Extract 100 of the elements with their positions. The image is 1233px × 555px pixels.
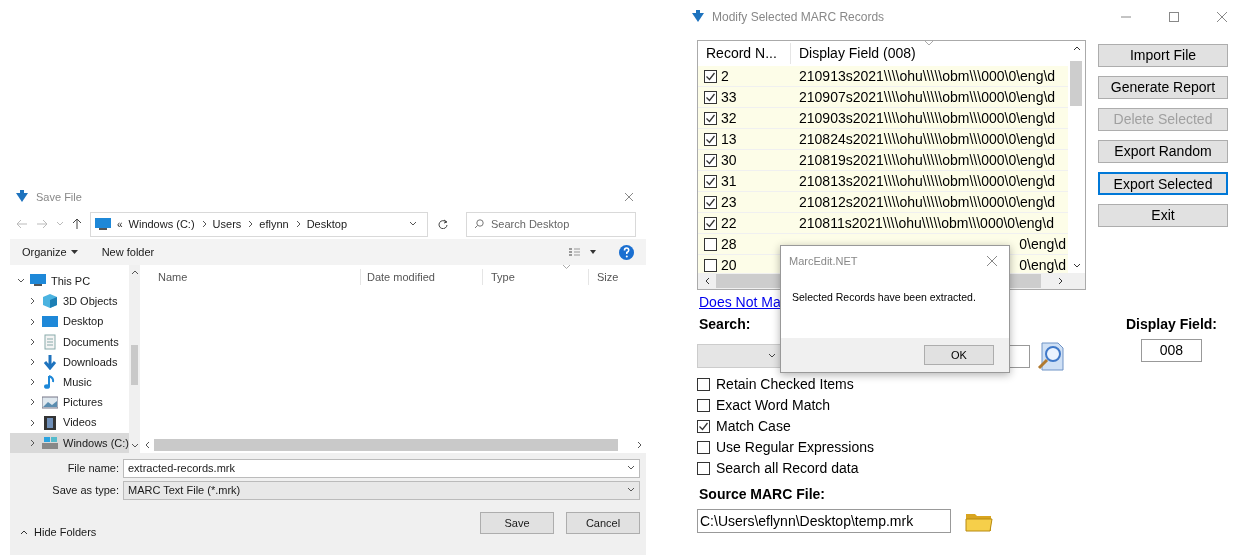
checked-checkbox[interactable] (704, 69, 717, 83)
action-button[interactable]: Import File (1098, 44, 1228, 67)
column-header[interactable]: Type (482, 268, 588, 286)
field-label: Save as type: (51, 482, 120, 498)
ok-button[interactable]: OK (924, 345, 994, 365)
link[interactable]: Does Not Ma (699, 294, 781, 310)
checkbox[interactable] (697, 378, 710, 391)
action-button[interactable]: Exit (1098, 204, 1228, 227)
record-number: 31 (721, 171, 737, 191)
close-icon (624, 192, 634, 202)
nav-item[interactable]: Windows (C:) (10, 432, 129, 453)
checked-checkbox[interactable] (704, 174, 717, 188)
breadcrumb-item[interactable]: eflynn (259, 215, 289, 233)
chevron-down-icon (768, 353, 776, 359)
drive-icon (42, 434, 58, 451)
dropdown-caret-icon (56, 220, 64, 228)
action-button[interactable]: Export Selected (1098, 172, 1228, 195)
column-header[interactable]: Date modified (360, 268, 482, 286)
checked-checkbox[interactable] (704, 132, 717, 146)
up-arrow-icon (72, 218, 82, 230)
source-file-field[interactable]: C:\Users\eflynn\Desktop\temp.mrk (697, 509, 951, 533)
close-icon (1217, 12, 1227, 22)
nav-item[interactable]: Downloads (10, 351, 129, 373)
table-cell-text: 210903s2021\\\\ohu\\\\\obm\\\000\0\eng\d (799, 108, 1056, 128)
scrollbar-thumb[interactable] (131, 345, 138, 385)
checked-checkbox[interactable] (704, 153, 717, 167)
scrollbar-thumb[interactable] (1070, 61, 1082, 106)
table-cell-text: 210824s2021\\\\ohu\\\\\obm\\\000\0\eng\d (799, 129, 1056, 149)
organize-menu[interactable]: Organize (22, 243, 67, 261)
scroll-up-icon (1072, 45, 1081, 51)
column-header[interactable]: Display Field (008) (791, 43, 916, 64)
nav-item[interactable]: Videos (10, 412, 129, 433)
record-number: 2 (721, 66, 729, 86)
field-label: File name: (66, 460, 120, 476)
film-icon (42, 414, 58, 431)
checked-checkbox[interactable] (704, 90, 717, 104)
checkbox[interactable] (704, 258, 717, 272)
breadcrumb-item[interactable]: Users (212, 215, 242, 233)
checkbox-label[interactable]: Exact Word Match (716, 395, 831, 416)
chevron-right-icon (29, 317, 37, 326)
search-field[interactable]: Search Desktop (466, 211, 636, 237)
checked-checkbox[interactable] (697, 420, 710, 433)
display-field-input[interactable]: 008 (1141, 339, 1202, 362)
checked-checkbox[interactable] (704, 111, 717, 125)
record-number: 33 (721, 87, 737, 107)
action-button[interactable]: Generate Report (1098, 76, 1228, 99)
action-button[interactable]: Export Random (1098, 140, 1228, 163)
nav-item[interactable]: Pictures (10, 392, 129, 413)
address-bar[interactable]: « Windows (C:) Users eflynn Desktop (90, 211, 428, 237)
window-title: Save File (36, 189, 82, 205)
dialog-button[interactable]: Save (480, 512, 554, 534)
forward-arrow-icon (36, 219, 48, 229)
nav-item[interactable]: Music (10, 372, 129, 393)
chevron-down-icon (409, 220, 417, 228)
checkbox-label[interactable]: Use Regular Expressions (716, 437, 874, 458)
search-icon (474, 219, 484, 229)
nav-item[interactable]: Desktop (10, 311, 129, 332)
hide-folders-toggle[interactable]: Hide Folders (34, 523, 97, 540)
table-cell-text: 210913s2021\\\\ohu\\\\\obm\\\000\0\eng\d (799, 66, 1056, 86)
column-header[interactable]: Size (588, 268, 646, 286)
source-label: Source MARC File: (698, 485, 826, 504)
checkbox[interactable] (704, 237, 717, 251)
chevron-right-icon (29, 297, 37, 306)
window-title: Modify Selected MARC Records (712, 9, 885, 26)
checkbox[interactable] (697, 441, 710, 454)
caret-down-icon (70, 250, 78, 254)
checked-checkbox[interactable] (704, 195, 717, 209)
dialog-button[interactable]: Cancel (566, 512, 640, 534)
checkbox-label[interactable]: Retain Checked Items (716, 374, 854, 395)
nav-item[interactable]: 3D Objects (10, 291, 129, 312)
scroll-left-icon (144, 441, 150, 449)
nav-item[interactable]: This PC (10, 271, 129, 292)
record-number: 20 (721, 255, 737, 273)
chevron-right-icon (29, 378, 37, 387)
column-header[interactable]: Record N... (698, 43, 791, 64)
record-number: 23 (721, 192, 737, 212)
scroll-down-icon (130, 443, 139, 449)
checkbox-label[interactable]: Match Case (716, 416, 791, 437)
chevron-right-icon (29, 337, 37, 346)
table-cell-text: 210811s2021\\\\ohu\\\\\obm\\\000\0\eng\d (799, 213, 1055, 233)
file-name-field[interactable]: extracted-records.mrk (123, 458, 640, 478)
checkbox-label[interactable]: Search all Record data (716, 458, 859, 479)
search-icon (1036, 341, 1066, 371)
chevron-down-icon (627, 486, 635, 494)
table-cell-text: 210812s2021\\\\ohu\\\\\obm\\\000\0\eng\d (799, 192, 1056, 212)
chevron-right-icon (29, 418, 37, 427)
back-arrow-icon (16, 219, 28, 229)
download-arrow-icon (42, 354, 58, 370)
breadcrumb-item[interactable]: Desktop (306, 215, 348, 233)
new-folder-button[interactable]: New folder (101, 243, 155, 261)
save-type-dropdown[interactable]: MARC Text File (*.mrk) (123, 480, 640, 500)
checkbox[interactable] (697, 462, 710, 475)
refresh-icon (438, 219, 448, 229)
checked-checkbox[interactable] (704, 216, 717, 230)
breadcrumb-item[interactable]: Windows (C:) (128, 215, 195, 233)
nav-item[interactable]: Documents (10, 331, 129, 352)
chevron-right-icon (29, 358, 37, 366)
scroll-up-icon (130, 269, 139, 275)
column-header[interactable]: Name (140, 268, 360, 286)
checkbox[interactable] (697, 399, 710, 412)
